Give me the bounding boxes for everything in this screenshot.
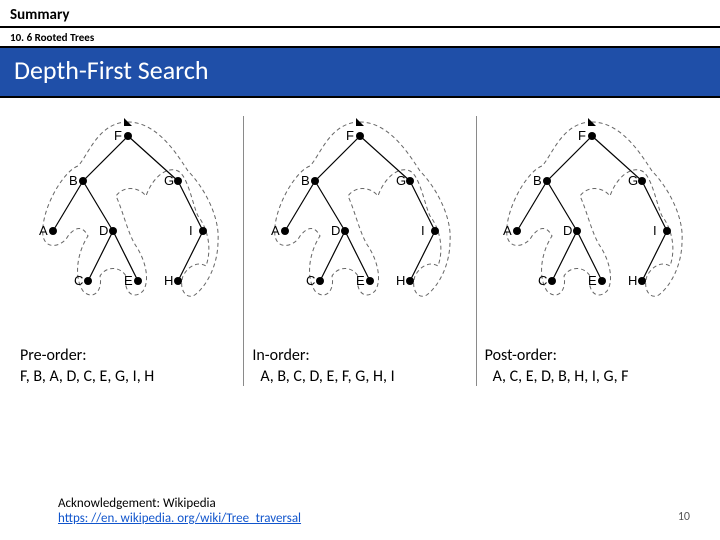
content-row: F B G A D I C E H Pre-order: F, B, A, D, C, E, G… <box>0 98 720 386</box>
preorder-sequence: F, B, A, D, C, E, G, I, H <box>20 367 235 386</box>
postorder-label: Post-order: <box>485 346 700 365</box>
svg-text:F: F <box>578 128 586 143</box>
svg-text:I: I <box>421 223 425 238</box>
svg-text:I: I <box>189 223 193 238</box>
inorder-sequence: A, B, C, D, E, F, G, H, I <box>252 367 467 386</box>
svg-text:D: D <box>331 223 340 238</box>
svg-text:C: C <box>306 273 315 288</box>
svg-text:E: E <box>588 273 597 288</box>
summary-heading: Summary <box>0 0 720 28</box>
ack-link[interactable]: https: //en. wikipedia. org/wiki/Tree_tr… <box>58 511 301 526</box>
svg-text:F: F <box>114 128 122 143</box>
svg-text:H: H <box>164 273 173 288</box>
svg-text:A: A <box>39 223 48 238</box>
svg-text:B: B <box>533 173 542 188</box>
svg-text:D: D <box>99 223 108 238</box>
section-label: 10. 6 Rooted Trees <box>0 28 720 48</box>
svg-text:D: D <box>563 223 572 238</box>
preorder-label: Pre-order: <box>20 346 235 365</box>
svg-text:C: C <box>538 273 547 288</box>
slide-title: Depth-First Search <box>0 48 720 98</box>
svg-text:H: H <box>396 273 405 288</box>
svg-text:H: H <box>628 273 637 288</box>
postorder-sequence: A, C, E, D, B, H, I, G, F <box>485 367 700 386</box>
svg-text:E: E <box>356 273 365 288</box>
svg-text:G: G <box>164 173 174 188</box>
svg-text:A: A <box>271 223 280 238</box>
acknowledgement: Acknowledgement: Wikipedia https: //en. … <box>58 496 301 526</box>
tree-diagram-postorder: F B G A D I C E H <box>485 116 700 336</box>
page-number: 10 <box>678 510 690 524</box>
svg-text:A: A <box>503 223 512 238</box>
tree-diagram-preorder: F B G A D I C E H <box>20 116 235 336</box>
svg-text:G: G <box>628 173 638 188</box>
ack-label: Acknowledgement: Wikipedia <box>58 496 216 511</box>
svg-text:F: F <box>346 128 354 143</box>
inorder-label: In-order: <box>252 346 467 365</box>
svg-text:B: B <box>69 173 78 188</box>
col-postorder: F B G A D I C E H Post-order: A, C, E, D, B, H, … <box>477 116 708 386</box>
col-inorder: F B G A D I C E H In-order: A, B, C, D, E, F, G,… <box>244 116 476 386</box>
col-preorder: F B G A D I C E H Pre-order: F, B, A, D, C, E, G… <box>12 116 244 386</box>
svg-text:I: I <box>653 223 657 238</box>
tree-diagram-inorder: F B G A D I C E H <box>252 116 467 336</box>
svg-text:B: B <box>301 173 310 188</box>
svg-text:E: E <box>124 273 133 288</box>
svg-text:C: C <box>74 273 83 288</box>
svg-text:G: G <box>396 173 406 188</box>
